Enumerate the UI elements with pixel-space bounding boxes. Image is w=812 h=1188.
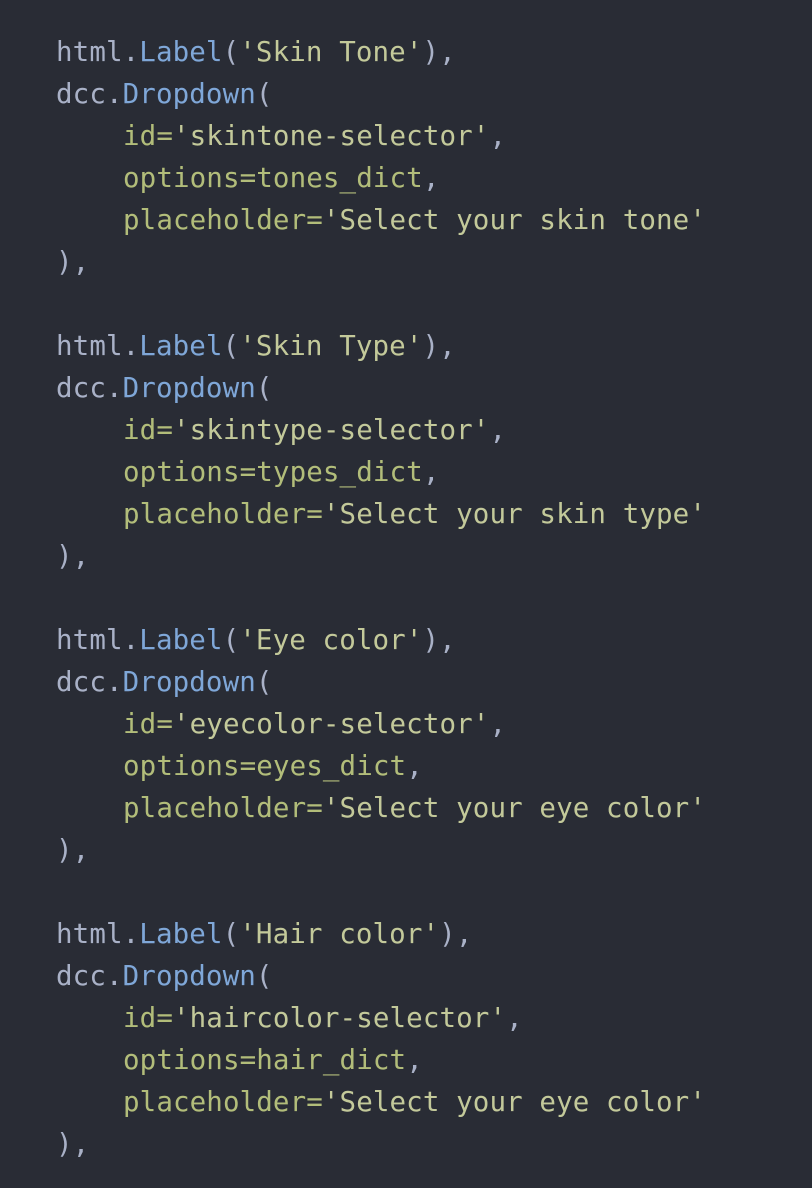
code-token-paren: ( [222,36,240,68]
code-token-object: html. [56,918,140,950]
code-token-object: dcc. [56,960,123,992]
code-token-string: 'Select your eye color' [322,1086,706,1118]
code-line-dropdown: dcc.Dropdown( [0,367,812,409]
code-line-close: ), [0,1123,812,1165]
code-line-placeholder: placeholder='Select your eye color' [0,787,812,829]
code-token-paren: ( [255,666,273,698]
code-line-label: html.Label('Hair color'), [0,913,812,955]
code-token-variable: types_dict [256,456,423,488]
code-token-variable: eyes_dict [256,750,407,782]
code-token-kwarg: id= [123,120,173,152]
code-token-paren: ), [56,540,90,572]
code-token-string: 'Skin Tone' [239,36,423,68]
code-token-kwarg: options= [123,162,257,194]
code-line-id: id='skintype-selector', [0,409,812,451]
code-token-function: Dropdown [122,78,256,110]
code-token-paren: ), [422,36,456,68]
code-line-placeholder: placeholder='Select your skin tone' [0,199,812,241]
code-token-paren: ( [255,960,273,992]
code-token-kwarg: placeholder= [123,1086,323,1118]
code-line-dropdown: dcc.Dropdown( [0,73,812,115]
code-token-object: dcc. [56,78,123,110]
code-line-placeholder: placeholder='Select your skin type' [0,493,812,535]
code-token-string: 'Skin Type' [239,330,423,362]
code-token-function: Label [139,330,223,362]
code-token-function: Dropdown [122,960,256,992]
code-token-string: 'Select your skin tone' [322,204,706,236]
code-token-paren: ( [222,624,240,656]
code-token-paren: ( [222,918,240,950]
code-token-object: dcc. [56,666,123,698]
code-token-string: 'Select your skin type' [322,498,706,530]
code-token-paren: ), [422,330,456,362]
code-token-paren: ( [222,330,240,362]
code-editor[interactable]: html.Label('Skin Tone'), dcc.Dropdown( i… [0,0,812,1188]
code-token-string: 'skintype-selector' [172,414,490,446]
code-token-comma: , [422,456,440,488]
code-line-close: ), [0,241,812,283]
code-line-dropdown: dcc.Dropdown( [0,661,812,703]
code-token-object: html. [56,36,140,68]
code-line-dropdown: dcc.Dropdown( [0,955,812,997]
code-token-paren: ( [255,78,273,110]
code-token-paren: ( [255,372,273,404]
code-token-function: Dropdown [122,372,256,404]
code-token-comma: , [489,120,507,152]
code-line-id: id='haircolor-selector', [0,997,812,1039]
code-token-paren: ), [422,624,456,656]
code-token-comma: , [422,162,440,194]
code-token-object: html. [56,624,140,656]
code-token-kwarg: id= [123,414,173,446]
code-token-object: dcc. [56,372,123,404]
code-line-label: html.Label('Skin Tone'), [0,31,812,73]
code-token-kwarg: placeholder= [123,792,323,824]
code-token-paren: ), [56,246,90,278]
code-line-options: options=types_dict, [0,451,812,493]
code-token-string: 'Hair color' [239,918,440,950]
code-line-close: ), [0,535,812,577]
code-line-label: html.Label('Eye color'), [0,619,812,661]
code-token-paren: ), [56,1128,90,1160]
code-token-paren: ), [56,834,90,866]
code-token-comma: , [489,708,507,740]
code-token-string: 'Eye color' [239,624,423,656]
code-token-function: Dropdown [122,666,256,698]
code-line-id: id='eyecolor-selector', [0,703,812,745]
code-token-comma: , [406,750,423,782]
code-token-kwarg: options= [123,750,257,782]
code-token-kwarg: placeholder= [123,204,323,236]
code-line-options: options=hair_dict, [0,1039,812,1081]
code-token-paren: ), [439,918,473,950]
code-token-kwarg: id= [123,708,173,740]
code-token-string: 'eyecolor-selector' [172,708,490,740]
code-token-function: Label [139,36,223,68]
code-token-comma: , [406,1044,423,1076]
code-token-comma: , [489,414,507,446]
code-line-placeholder: placeholder='Select your eye color' [0,1081,812,1123]
code-token-kwarg: options= [123,1044,257,1076]
code-token-comma: , [506,1002,523,1034]
code-line-id: id='skintone-selector', [0,115,812,157]
code-line-close: ), [0,829,812,871]
code-token-kwarg: options= [123,456,257,488]
code-token-function: Label [139,918,223,950]
code-token-string: 'haircolor-selector' [172,1002,507,1034]
code-token-kwarg: id= [123,1002,173,1034]
code-token-variable: hair_dict [256,1044,407,1076]
code-token-variable: tones_dict [256,162,423,194]
code-line-options: options=tones_dict, [0,157,812,199]
code-token-kwarg: placeholder= [123,498,323,530]
code-token-string: 'Select your eye color' [322,792,706,824]
code-line-options: options=eyes_dict, [0,745,812,787]
code-token-object: html. [56,330,140,362]
code-token-function: Label [139,624,223,656]
code-line-label: html.Label('Skin Type'), [0,325,812,367]
code-token-string: 'skintone-selector' [172,120,490,152]
